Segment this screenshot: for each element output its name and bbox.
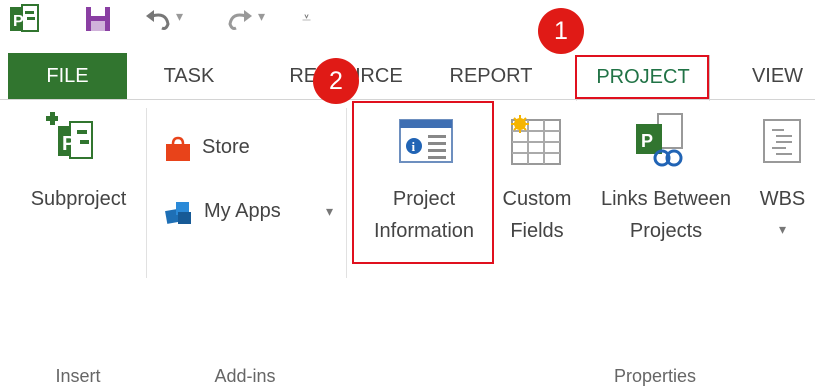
custom-fields-label-line1: Custom	[502, 188, 572, 210]
store-label: Store	[202, 136, 250, 158]
save-icon[interactable]	[84, 5, 112, 33]
wbs-dropdown-icon: ▾	[778, 221, 787, 237]
tab-task[interactable]: TASK	[153, 53, 225, 99]
store-icon	[166, 136, 190, 161]
wbs-label: WBS	[759, 188, 806, 210]
tab-report[interactable]: REPORT	[441, 53, 541, 99]
step-badge-1: 1	[538, 8, 584, 54]
redo-dropdown-icon[interactable]: ▾	[258, 8, 265, 25]
subproject-button[interactable]: P Subproject	[16, 108, 136, 248]
my-apps-dropdown-icon: ▾	[326, 203, 334, 219]
group-separator	[346, 108, 347, 278]
links-between-projects-label-line1: Links Between	[600, 188, 732, 210]
custom-fields-icon	[511, 115, 561, 165]
redo-icon[interactable]	[224, 8, 254, 32]
undo-icon[interactable]	[144, 8, 174, 32]
group-label-addins: Add-ins	[214, 366, 276, 386]
links-between-projects-button[interactable]: P Links Between Projects	[586, 108, 746, 260]
store-button[interactable]: Store	[164, 134, 334, 164]
group-addins: Store My Apps ▾ Add-ins	[150, 108, 345, 386]
my-apps-button[interactable]: My Apps ▾	[164, 196, 339, 228]
wbs-icon	[763, 119, 801, 163]
group-insert: P Subproject Insert	[0, 108, 145, 386]
links-between-projects-icon: P	[636, 113, 683, 167]
links-between-projects-label-line2: Projects	[629, 220, 703, 242]
custom-fields-label-line2: Fields	[510, 220, 564, 242]
subproject-icon: P	[46, 112, 93, 159]
highlight-box-project-information	[352, 101, 494, 264]
tab-view[interactable]: VIEW	[740, 53, 815, 99]
customize-qat-icon[interactable]: ⩡	[302, 10, 311, 28]
custom-fields-button[interactable]: Custom Fields	[494, 108, 580, 260]
wbs-button[interactable]: WBS ▾	[750, 108, 815, 260]
undo-dropdown-icon[interactable]: ▾	[176, 8, 183, 25]
group-label-properties: Properties	[613, 366, 697, 386]
ribbon-divider	[0, 99, 815, 100]
my-apps-label: My Apps	[204, 200, 281, 222]
group-label-insert: Insert	[55, 366, 101, 386]
svg-text:P: P	[641, 131, 653, 151]
quick-access-toolbar: P ▾ ▾ ⩡	[0, 0, 815, 44]
project-logo-icon: P	[10, 4, 39, 32]
subproject-label: Subproject	[30, 188, 127, 210]
my-apps-icon	[165, 202, 191, 224]
tab-file[interactable]: FILE	[8, 53, 127, 99]
svg-text:P: P	[62, 133, 75, 155]
svg-text:P: P	[13, 13, 24, 30]
step-badge-2: 2	[313, 58, 359, 104]
group-separator	[146, 108, 147, 278]
highlight-box-project-tab	[575, 55, 709, 99]
